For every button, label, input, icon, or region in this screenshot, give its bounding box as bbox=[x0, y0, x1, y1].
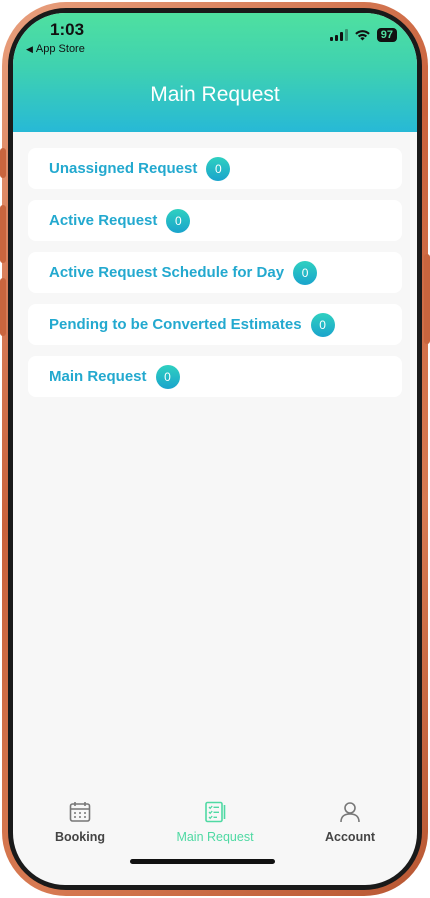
request-row-pending-estimates[interactable]: Pending to be Converted Estimates 0 bbox=[28, 304, 402, 345]
volume-up-button bbox=[0, 205, 6, 263]
request-label: Active Request Schedule for Day bbox=[49, 264, 285, 281]
user-icon bbox=[340, 802, 360, 823]
calendar-icon bbox=[69, 802, 91, 822]
request-row-active[interactable]: Active Request 0 bbox=[28, 200, 402, 241]
request-row-main[interactable]: Main Request 0 bbox=[28, 356, 402, 397]
tab-label: Booking bbox=[55, 830, 105, 844]
tab-label: Account bbox=[325, 830, 375, 844]
page-title: Main Request bbox=[150, 83, 280, 106]
home-indicator bbox=[130, 859, 275, 864]
count-badge: 0 bbox=[310, 312, 335, 337]
count-badge: 0 bbox=[166, 208, 191, 233]
tab-booking[interactable]: Booking bbox=[13, 800, 147, 844]
back-triangle-icon: ◀ bbox=[26, 43, 33, 54]
tab-label: Main Request bbox=[176, 830, 254, 844]
request-label: Main Request bbox=[49, 368, 147, 385]
battery-indicator: 97 bbox=[376, 28, 397, 42]
request-list: Unassigned Request 0 Active Request 0 Ac… bbox=[28, 148, 402, 408]
count-badge: 0 bbox=[206, 156, 231, 181]
power-button bbox=[424, 254, 430, 344]
tab-account[interactable]: Account bbox=[283, 800, 417, 844]
tab-main-request[interactable]: Main Request bbox=[148, 800, 282, 844]
cellular-signal-icon bbox=[329, 29, 348, 41]
wifi-icon bbox=[354, 30, 370, 41]
clipboard-list-icon bbox=[205, 801, 226, 823]
count-badge: 0 bbox=[293, 260, 318, 285]
back-app-label: App Store bbox=[35, 43, 85, 55]
request-label: Pending to be Converted Estimates bbox=[49, 316, 302, 333]
request-row-schedule-for-day[interactable]: Active Request Schedule for Day 0 bbox=[28, 252, 402, 293]
screen: 1:03 ◀ App Store 97 Main Request Unassig… bbox=[13, 13, 417, 885]
app-header: 1:03 ◀ App Store 97 Main Request bbox=[13, 13, 417, 132]
status-time: 1:03 bbox=[50, 20, 85, 39]
count-badge: 0 bbox=[155, 364, 180, 389]
mute-switch bbox=[0, 148, 6, 178]
request-label: Active Request bbox=[49, 212, 158, 229]
status-indicators: 97 bbox=[329, 28, 397, 42]
volume-down-button bbox=[0, 278, 6, 336]
request-row-unassigned[interactable]: Unassigned Request 0 bbox=[28, 148, 402, 189]
request-label: Unassigned Request bbox=[49, 160, 198, 177]
back-to-app-link[interactable]: ◀ App Store bbox=[26, 43, 85, 55]
bottom-tab-bar: Booking Main Request Account bbox=[13, 800, 417, 860]
